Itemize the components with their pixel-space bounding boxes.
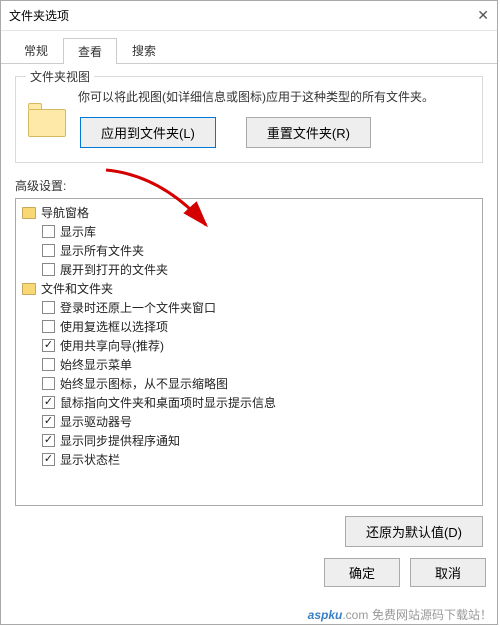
tab-view[interactable]: 查看 [63,38,117,64]
checkbox[interactable] [42,225,55,238]
tree-item[interactable]: 始终显示菜单 [18,355,480,374]
checkbox[interactable] [42,377,55,390]
tree-item-label: 始终显示图标，从不显示缩略图 [60,375,228,392]
tree-item-label: 登录时还原上一个文件夹窗口 [60,299,216,316]
tree-item[interactable]: 登录时还原上一个文件夹窗口 [18,298,480,317]
tree-group: 导航窗格 [18,203,480,222]
advanced-settings-list[interactable]: 导航窗格显示库显示所有文件夹展开到打开的文件夹文件和文件夹登录时还原上一个文件夹… [15,198,483,506]
cancel-button[interactable]: 取消 [410,558,486,587]
fieldset-description: 你可以将此视图(如详细信息或图标)应用于这种类型的所有文件夹。 应用到文件夹(L… [78,87,470,148]
watermark: aspku.com 免费网站源码下载站！ [306,606,494,623]
checkbox[interactable] [42,396,55,409]
watermark-suffix: .com [342,608,368,622]
tree-item[interactable]: 展开到打开的文件夹 [18,260,480,279]
restore-defaults-button[interactable]: 还原为默认值(D) [345,516,483,547]
dialog-footer: 确定 取消 [0,548,500,597]
watermark-brand: aspku [308,608,343,622]
checkbox[interactable] [42,415,55,428]
tree-item-label: 显示库 [60,223,96,240]
tree-item[interactable]: 显示同步提供程序通知 [18,431,480,450]
checkbox[interactable] [42,244,55,257]
fieldset-legend: 文件夹视图 [26,68,94,85]
tree-item[interactable]: 显示驱动器号 [18,412,480,431]
checkbox[interactable] [42,434,55,447]
tree-item-label: 始终显示菜单 [60,356,132,373]
tree-group: 文件和文件夹 [18,279,480,298]
tree-item[interactable]: 鼠标指向文件夹和桌面项时显示提示信息 [18,393,480,412]
folder-tree-icon [22,283,36,295]
tree-item-label: 使用共享向导(推荐) [60,337,164,354]
advanced-settings-label: 高级设置: [15,177,483,194]
description-text: 你可以将此视图(如详细信息或图标)应用于这种类型的所有文件夹。 [78,87,470,107]
tree-item-label: 使用复选框以选择项 [60,318,168,335]
tree-item[interactable]: 使用共享向导(推荐) [18,336,480,355]
tree-item[interactable]: 显示状态栏 [18,450,480,469]
tab-general[interactable]: 常规 [9,37,63,63]
checkbox[interactable] [42,301,55,314]
tree-item-label: 显示驱动器号 [60,413,132,430]
tree-item[interactable]: 显示所有文件夹 [18,241,480,260]
checkbox[interactable] [42,339,55,352]
folder-view-fieldset: 文件夹视图 你可以将此视图(如详细信息或图标)应用于这种类型的所有文件夹。 应用… [15,76,483,163]
folder-icon [28,101,68,137]
tab-strip: 常规 查看 搜索 [1,31,497,64]
tree-item-label: 显示所有文件夹 [60,242,144,259]
folder-options-window: 文件夹选项 ✕ 常规 查看 搜索 文件夹视图 你可以将此视图(如详细信息或图标)… [0,0,498,625]
tab-content: 文件夹视图 你可以将此视图(如详细信息或图标)应用于这种类型的所有文件夹。 应用… [1,64,497,559]
tab-search[interactable]: 搜索 [117,37,171,63]
checkbox[interactable] [42,320,55,333]
watermark-tagline: 免费网站源码下载站！ [372,608,492,622]
tree-item-label: 展开到打开的文件夹 [60,261,168,278]
tree-item[interactable]: 使用复选框以选择项 [18,317,480,336]
folder-tree-icon [22,207,36,219]
apply-to-folders-button[interactable]: 应用到文件夹(L) [80,117,216,148]
close-icon[interactable]: ✕ [449,7,489,24]
tree-item[interactable]: 显示库 [18,222,480,241]
ok-button[interactable]: 确定 [324,558,400,587]
window-title: 文件夹选项 [9,7,449,24]
tree-item-label: 鼠标指向文件夹和桌面项时显示提示信息 [60,394,276,411]
tree-item-label: 显示状态栏 [60,451,120,468]
checkbox[interactable] [42,453,55,466]
checkbox[interactable] [42,263,55,276]
tree-group-label: 文件和文件夹 [41,280,113,297]
reset-folders-button[interactable]: 重置文件夹(R) [246,117,371,148]
tree-item-label: 显示同步提供程序通知 [60,432,180,449]
titlebar: 文件夹选项 ✕ [1,1,497,31]
tree-group-label: 导航窗格 [41,204,89,221]
checkbox[interactable] [42,358,55,371]
tree-item[interactable]: 始终显示图标，从不显示缩略图 [18,374,480,393]
